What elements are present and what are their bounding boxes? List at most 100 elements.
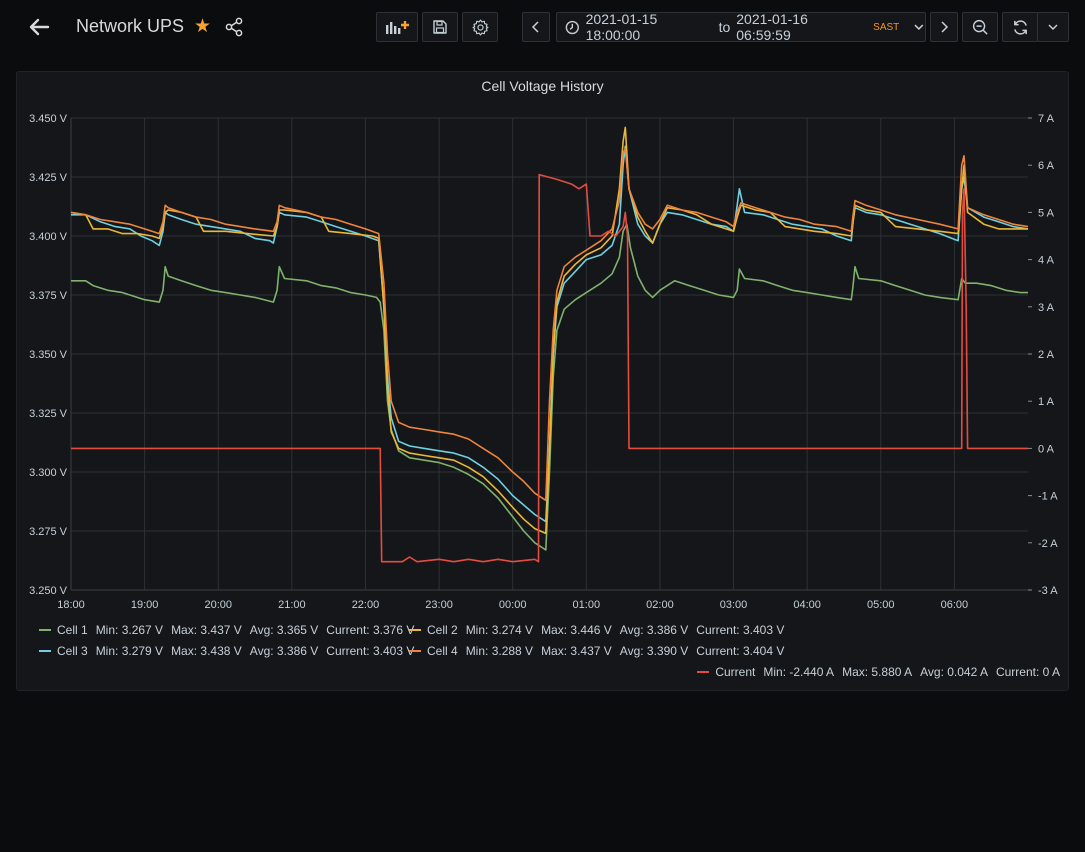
legend-swatch-cell-3 xyxy=(39,650,51,652)
y-right-tick-label: -3 A xyxy=(1038,585,1058,597)
dashboard-title[interactable]: Network UPS xyxy=(76,16,184,37)
y-right-tick-label: 1 A xyxy=(1038,396,1055,408)
add-panel-button[interactable] xyxy=(376,12,418,42)
time-range-separator: to xyxy=(718,19,731,35)
x-tick-label: 19:00 xyxy=(131,599,159,611)
chevron-down-icon xyxy=(1048,24,1058,31)
legend-current: Current: 3.403 V xyxy=(696,623,785,637)
zoom-out-button[interactable] xyxy=(962,12,998,42)
clock-icon xyxy=(565,20,579,34)
y-right-tick-label: 0 A xyxy=(1038,443,1055,455)
time-range-from: 2021-01-15 18:00:00 xyxy=(585,11,658,43)
legend-max: Max: 3.446 V xyxy=(541,623,612,637)
legend-avg: Avg: 3.386 V xyxy=(249,644,319,658)
y-left-tick-label: 3.325 V xyxy=(29,408,68,420)
legend-avg: Avg: 3.365 V xyxy=(249,623,319,637)
star-icon[interactable]: ★ xyxy=(194,16,211,38)
legend-current: Current: 3.403 V xyxy=(326,644,415,658)
y-right-tick-label: 5 A xyxy=(1038,207,1055,219)
legend-label: Current xyxy=(715,665,756,679)
x-tick-label: 04:00 xyxy=(793,599,821,611)
legend-label: Cell 2 xyxy=(427,623,458,637)
chevron-down-icon xyxy=(914,24,924,30)
legend-min: Min: 3.288 V xyxy=(465,644,534,658)
zoom-out-icon xyxy=(972,19,988,35)
y-right-tick-label: 4 A xyxy=(1038,255,1055,267)
time-range-picker[interactable]: 2021-01-15 18:00:00 to 2021-01-16 06:59:… xyxy=(556,11,926,43)
top-navbar: Network UPS ★ 2021-01-15 18:00:00 to 202… xyxy=(0,0,1085,56)
y-left-tick-label: 3.450 V xyxy=(29,113,68,125)
y-left-tick-label: 3.375 V xyxy=(29,290,68,302)
x-tick-label: 00:00 xyxy=(499,599,527,611)
legend-item-cell-4[interactable]: Cell 4 Min: 3.288 V Max: 3.437 V Avg: 3.… xyxy=(409,644,792,658)
settings-button[interactable] xyxy=(462,12,498,42)
legend-min: Min: -2.440 A xyxy=(763,665,835,679)
x-axis: 18:00 19:00 20:00 21:00 22:00 23:00 00:00 01:00… xyxy=(57,599,968,611)
series-lines xyxy=(70,126,1029,563)
graph-panel: Cell Voltage History 3.250 V 3.275 V 3.300… xyxy=(16,71,1069,691)
y-left-tick-label: 3.250 V xyxy=(29,585,68,597)
chart-grid xyxy=(70,117,1028,591)
legend-avg: Avg: 3.390 V xyxy=(619,644,689,658)
legend-max: Max: 3.438 V xyxy=(171,644,242,658)
refresh-button[interactable] xyxy=(1002,12,1038,42)
legend-min: Min: 3.279 V xyxy=(95,644,164,658)
y-left-tick-label: 3.400 V xyxy=(29,231,68,243)
legend-current: Current: 3.404 V xyxy=(696,644,785,658)
timezone-label: SAST xyxy=(873,21,900,33)
legend-avg: Avg: 0.042 A xyxy=(920,665,988,679)
y-left-tick-label: 3.425 V xyxy=(29,172,68,184)
time-shift-back-button[interactable] xyxy=(522,12,550,42)
legend-label: Cell 4 xyxy=(427,644,458,658)
legend-item-cell-3[interactable]: Cell 3 Min: 3.279 V Max: 3.438 V Avg: 3.… xyxy=(39,644,422,658)
y-right-tick-label: -1 A xyxy=(1038,491,1058,503)
x-tick-label: 01:00 xyxy=(573,599,601,611)
gear-icon xyxy=(471,18,489,36)
x-tick-label: 02:00 xyxy=(646,599,674,611)
legend-current: Current: 0 A xyxy=(995,665,1060,679)
series-line-current xyxy=(71,173,1028,563)
chart-svg[interactable]: 3.250 V 3.275 V 3.300 V 3.325 V 3.350 V 3.375… xyxy=(17,72,1070,612)
legend-item-current[interactable]: Current Min: -2.440 A Max: 5.880 A Avg: … xyxy=(697,665,1060,679)
legend-min: Min: 3.267 V xyxy=(95,623,164,637)
y-left-tick-label: 3.275 V xyxy=(29,526,68,538)
legend-current: Current: 3.376 V xyxy=(326,623,415,637)
add-panel-icon xyxy=(386,21,409,34)
x-tick-label: 21:00 xyxy=(278,599,306,611)
legend-swatch-cell-1 xyxy=(39,629,51,631)
save-dashboard-button[interactable] xyxy=(422,12,458,42)
x-tick-label: 22:00 xyxy=(352,599,380,611)
legend-swatch-cell-4 xyxy=(409,650,421,652)
refresh-interval-dropdown[interactable] xyxy=(1037,12,1069,42)
y-left-tick-label: 3.300 V xyxy=(29,467,68,479)
x-tick-label: 20:00 xyxy=(204,599,232,611)
x-tick-label: 03:00 xyxy=(720,599,748,611)
y-right-tick-label: 6 A xyxy=(1038,160,1055,172)
x-tick-label: 06:00 xyxy=(941,599,969,611)
legend-min: Min: 3.274 V xyxy=(465,623,534,637)
legend-max: Max: 3.437 V xyxy=(171,623,242,637)
x-tick-label: 18:00 xyxy=(57,599,85,611)
x-tick-label: 05:00 xyxy=(867,599,895,611)
legend-item-cell-2[interactable]: Cell 2 Min: 3.274 V Max: 3.446 V Avg: 3.… xyxy=(409,623,792,637)
legend-swatch-cell-2 xyxy=(409,629,421,631)
y-right-tick-label: 2 A xyxy=(1038,349,1055,361)
legend-label: Cell 3 xyxy=(57,644,88,658)
y-axis-right: -3 A -2 A -1 A 0 A 1 A 2 A 3 A 4 A 5 A 6 A 7 A xyxy=(1028,113,1058,597)
legend-max: Max: 3.437 V xyxy=(541,644,612,658)
refresh-icon xyxy=(1013,19,1027,35)
legend-max: Max: 5.880 A xyxy=(842,665,913,679)
legend-avg: Avg: 3.386 V xyxy=(619,623,689,637)
legend-label: Cell 1 xyxy=(57,623,88,637)
legend-swatch-current xyxy=(697,671,710,673)
time-shift-forward-button[interactable] xyxy=(930,12,958,42)
y-right-tick-label: 3 A xyxy=(1038,302,1055,314)
share-icon[interactable] xyxy=(225,17,243,37)
y-right-tick-label: 7 A xyxy=(1038,113,1055,125)
save-icon xyxy=(433,20,447,34)
chevron-right-icon xyxy=(941,21,949,33)
legend-item-cell-1[interactable]: Cell 1 Min: 3.267 V Max: 3.437 V Avg: 3.… xyxy=(39,623,422,637)
back-arrow-icon[interactable] xyxy=(26,14,52,40)
time-range-to: 2021-01-16 06:59:59 xyxy=(736,11,808,43)
y-axis-left: 3.250 V 3.275 V 3.300 V 3.325 V 3.350 V 3.375… xyxy=(29,113,68,597)
